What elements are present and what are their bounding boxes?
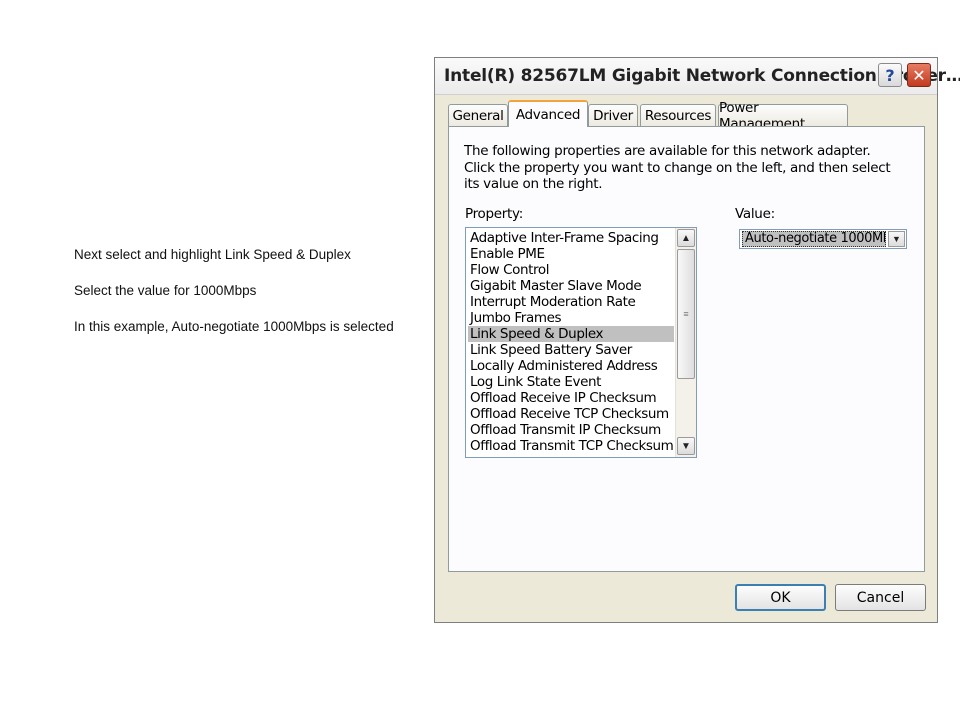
value-dropdown[interactable]: Auto-negotiate 1000Mbps ▼ <box>739 229 907 249</box>
list-item[interactable]: Jumbo Frames <box>468 310 674 326</box>
tab-label: Resources <box>644 107 712 124</box>
instruction-line: In this example, Auto-negotiate 1000Mbps… <box>74 319 394 334</box>
list-item[interactable]: Log Link State Event <box>468 374 674 390</box>
advanced-panel: The following properties are available f… <box>448 126 925 572</box>
tab-general[interactable]: General <box>448 104 508 126</box>
description-text: The following properties are available f… <box>464 143 891 192</box>
instructions-text: Next select and highlight Link Speed & D… <box>74 246 404 354</box>
property-label: Property: <box>465 206 523 222</box>
list-item[interactable]: Interrupt Moderation Rate <box>468 294 674 310</box>
title-bar[interactable]: Intel(R) 82567LM Gigabit Network Connect… <box>435 58 960 95</box>
tab-resources[interactable]: Resources <box>640 104 716 126</box>
list-item[interactable]: Link Speed Battery Saver <box>468 342 674 358</box>
list-item[interactable]: Offload Transmit IP Checksum <box>468 422 674 438</box>
tab-label: General <box>452 107 504 124</box>
property-listbox[interactable]: Adaptive Inter-Frame Spacing Enable PME … <box>465 227 697 458</box>
scroll-down-button[interactable]: ▼ <box>677 437 695 455</box>
list-item[interactable]: Flow Control <box>468 262 674 278</box>
instruction-line: Next select and highlight Link Speed & D… <box>74 247 351 262</box>
list-item[interactable]: Locally Administered Address <box>468 358 674 374</box>
list-item[interactable]: Offload Receive IP Checksum <box>468 390 674 406</box>
grip-icon: ≡ <box>683 309 689 319</box>
list-item[interactable]: Gigabit Master Slave Mode <box>468 278 674 294</box>
properties-dialog: Intel(R) 82567LM Gigabit Network Connect… <box>434 57 960 623</box>
listbox-scrollbar[interactable]: ▲ ≡ ▼ <box>675 228 696 457</box>
tab-label: Advanced <box>515 106 581 123</box>
tab-driver[interactable]: Driver <box>588 104 638 126</box>
tab-advanced[interactable]: Advanced <box>508 100 588 127</box>
help-button[interactable]: ? <box>878 63 902 87</box>
list-item[interactable]: Enable PME <box>468 246 674 262</box>
list-item-selected[interactable]: Link Speed & Duplex <box>468 326 674 342</box>
value-label: Value: <box>735 206 775 222</box>
cancel-button[interactable]: Cancel <box>835 584 926 611</box>
close-icon: ✕ <box>912 65 926 85</box>
list-item[interactable]: Adaptive Inter-Frame Spacing <box>468 230 674 246</box>
scroll-up-button[interactable]: ▲ <box>677 229 695 247</box>
scroll-thumb[interactable]: ≡ <box>677 249 695 379</box>
chevron-up-icon: ▲ <box>681 232 691 244</box>
tab-label: Driver <box>593 107 633 124</box>
dropdown-arrow-button[interactable]: ▼ <box>888 231 905 247</box>
instruction-line: Select the value for 1000Mbps <box>74 283 257 298</box>
list-item[interactable]: Offload Receive TCP Checksum <box>468 406 674 422</box>
help-icon: ? <box>885 65 895 85</box>
value-dropdown-text: Auto-negotiate 1000Mbps <box>742 231 886 247</box>
chevron-down-icon: ▼ <box>681 440 691 452</box>
close-button[interactable]: ✕ <box>907 63 931 87</box>
list-item[interactable]: Offload Transmit TCP Checksum <box>468 438 674 454</box>
tab-power-management[interactable]: Power Management <box>718 100 848 132</box>
ok-button[interactable]: OK <box>735 584 826 611</box>
chevron-down-icon: ▼ <box>892 234 901 244</box>
